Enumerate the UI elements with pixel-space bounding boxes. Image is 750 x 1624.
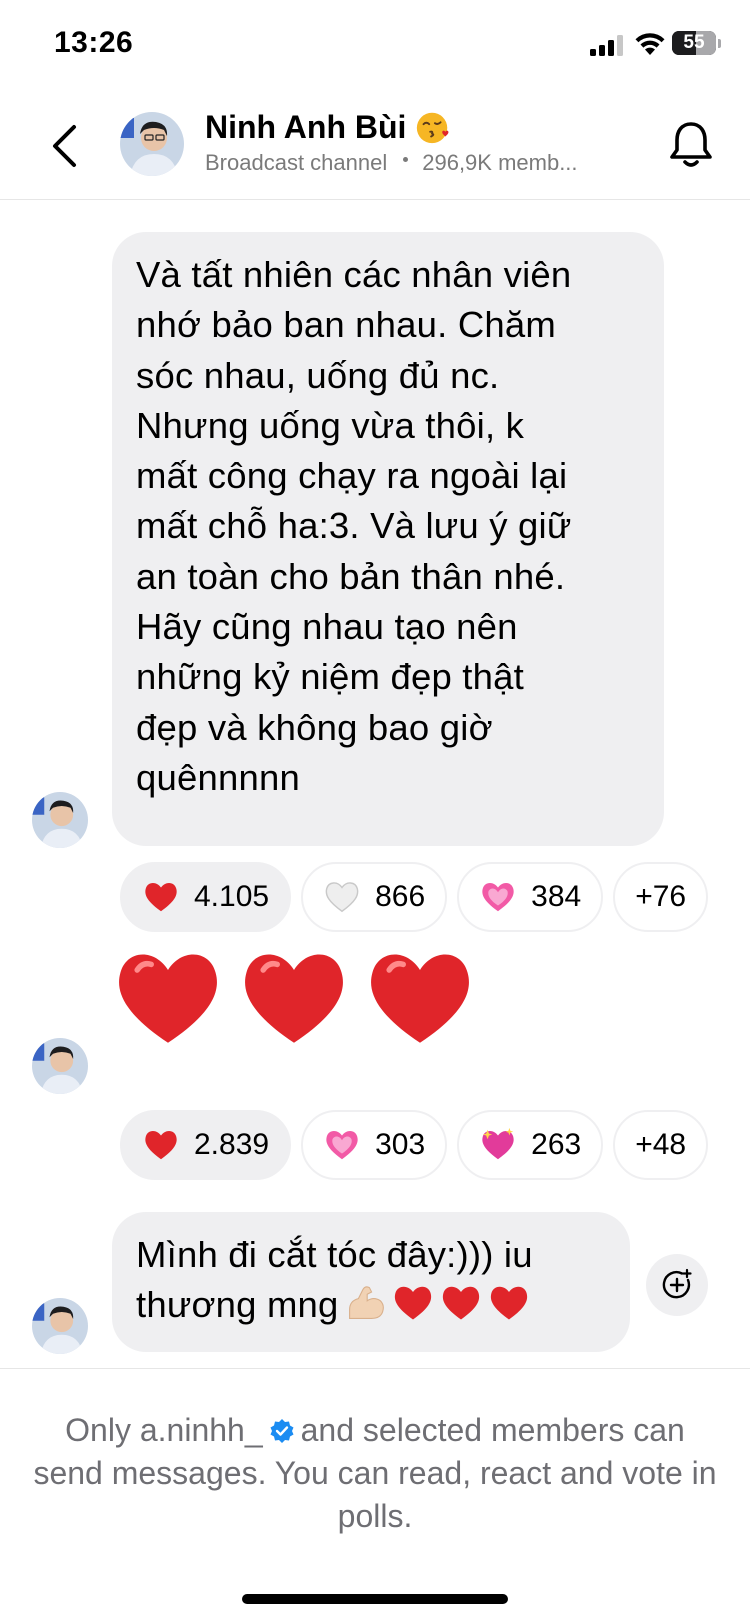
member-count: 296,9K memb... bbox=[422, 150, 578, 175]
red-heart-icon bbox=[119, 954, 217, 1043]
reaction-count: +76 bbox=[635, 880, 687, 913]
channel-subtitle: Broadcast channel 296,9K memb... bbox=[205, 150, 578, 176]
reaction-count: 263 bbox=[531, 1128, 582, 1161]
more-reactions-pill[interactable]: +48 bbox=[613, 1110, 709, 1180]
status-time: 13:26 bbox=[54, 26, 134, 59]
verified-badge-icon bbox=[270, 1419, 294, 1443]
message-text: Mình đi cắt tóc đây:))) iu thương mng bbox=[136, 1230, 606, 1331]
home-indicator bbox=[242, 1594, 508, 1604]
separator-dot bbox=[403, 156, 409, 162]
message-bubble[interactable]: Và tất nhiên các nhân viên nhớ bảo ban n… bbox=[112, 232, 664, 846]
notice-prefix: Only a.ninhh_ bbox=[65, 1412, 263, 1448]
reaction-count: 303 bbox=[375, 1128, 426, 1161]
channel-avatar[interactable] bbox=[120, 112, 184, 176]
broadcast-notice: Only a.ninhh_ and selected members can se… bbox=[0, 1368, 750, 1624]
channel-type: Broadcast channel bbox=[205, 150, 388, 175]
cellular-signal-icon bbox=[590, 34, 626, 56]
red-heart-icon bbox=[394, 1287, 431, 1320]
message-bubble[interactable]: Mình đi cắt tóc đây:))) iu thương mng bbox=[112, 1212, 630, 1352]
reaction-count: 2.839 bbox=[194, 1128, 270, 1161]
reaction-bar: 4.105 866 384 +76 bbox=[120, 862, 709, 932]
sparkling-heart-icon bbox=[482, 1127, 514, 1160]
reaction-count: 4.105 bbox=[194, 880, 270, 913]
channel-title: Ninh Anh Bùi bbox=[205, 108, 452, 146]
battery-level: 55 bbox=[683, 32, 705, 53]
add-reaction-button[interactable] bbox=[646, 1254, 708, 1316]
notifications-button[interactable] bbox=[666, 118, 716, 172]
reaction-pill[interactable]: 866 bbox=[301, 862, 448, 932]
bell-icon bbox=[670, 122, 712, 167]
channel-header: Ninh Anh Bùi Broadcast channel 296,9K me… bbox=[0, 96, 750, 200]
sender-avatar[interactable] bbox=[32, 1298, 88, 1354]
battery-tip bbox=[718, 39, 721, 48]
more-reactions-pill[interactable]: +76 bbox=[613, 862, 709, 932]
sender-avatar[interactable] bbox=[32, 792, 88, 848]
red-heart-icon bbox=[145, 882, 177, 912]
chevron-left-icon bbox=[53, 125, 76, 167]
reaction-pill[interactable]: 384 bbox=[457, 862, 604, 932]
emoji-message[interactable] bbox=[112, 942, 476, 1054]
battery-icon: 55 bbox=[672, 31, 716, 55]
notice-text: Only a.ninhh_ and selected members can se… bbox=[30, 1409, 720, 1538]
message-text-line2: thương mng bbox=[136, 1284, 339, 1326]
sender-avatar[interactable] bbox=[32, 1038, 88, 1094]
flexed-biceps-icon bbox=[348, 1286, 384, 1320]
white-heart-icon bbox=[325, 882, 359, 913]
red-heart-icon bbox=[145, 1130, 177, 1160]
wifi-icon bbox=[635, 33, 665, 55]
add-reaction-icon bbox=[662, 1268, 692, 1299]
red-heart-icon bbox=[490, 1287, 527, 1320]
reaction-pill[interactable]: 4.105 bbox=[120, 862, 292, 932]
pink-heart-icon bbox=[482, 882, 514, 912]
red-heart-icon bbox=[371, 954, 469, 1043]
avatar-image bbox=[120, 112, 184, 176]
message-text: Và tất nhiên các nhân viên nhớ bảo ban n… bbox=[136, 254, 572, 798]
message-text-line1: Mình đi cắt tóc đây:))) iu bbox=[136, 1234, 533, 1275]
reaction-count: +48 bbox=[635, 1128, 687, 1161]
status-bar: 13:26 55 bbox=[0, 0, 750, 90]
avatar-image bbox=[32, 792, 88, 848]
avatar-image bbox=[32, 1038, 88, 1094]
chat-screen: 13:26 55 Ninh Anh Bùi Broadcast channel … bbox=[0, 0, 750, 1624]
reaction-pill[interactable]: 263 bbox=[457, 1110, 604, 1180]
pink-heart-icon bbox=[326, 1130, 358, 1160]
reaction-pill[interactable]: 303 bbox=[301, 1110, 448, 1180]
reaction-count: 866 bbox=[375, 880, 426, 913]
channel-name: Ninh Anh Bùi bbox=[205, 108, 407, 145]
kissing-face-icon bbox=[417, 112, 449, 144]
red-heart-icon bbox=[245, 954, 343, 1043]
back-button[interactable] bbox=[40, 116, 88, 176]
reaction-count: 384 bbox=[531, 880, 582, 913]
reaction-pill[interactable]: 2.839 bbox=[120, 1110, 292, 1180]
avatar-image bbox=[32, 1298, 88, 1354]
red-heart-icon bbox=[442, 1287, 479, 1320]
reaction-bar: 2.839 303 263 +48 bbox=[120, 1110, 709, 1180]
